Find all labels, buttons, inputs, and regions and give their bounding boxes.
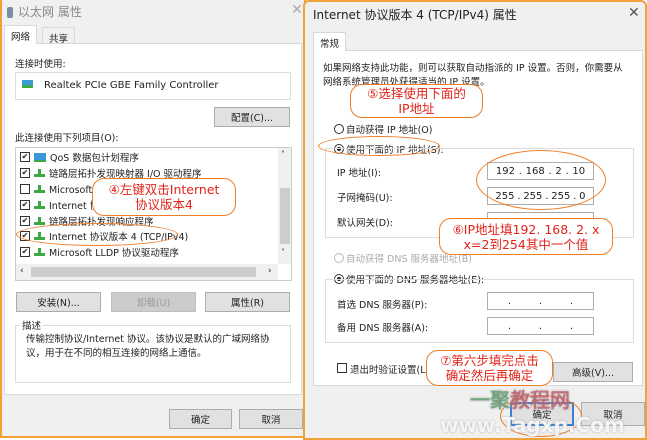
highlight-ip-fields (476, 150, 606, 210)
connect-using-label: 连接时使用: (15, 59, 66, 70)
qos-icon (34, 152, 46, 162)
auto-ip-radio[interactable] (334, 124, 344, 134)
checkbox[interactable]: ✔ (20, 247, 30, 257)
close-icon[interactable]: ✕ (628, 5, 640, 21)
uninstall-button: 卸载(U) (111, 292, 196, 312)
annotation-line: ⑤选择使用下面的 (367, 86, 466, 101)
annotation-line: 协议版本4 (135, 197, 193, 212)
scroll-thumb[interactable] (280, 188, 290, 244)
validate-label[interactable]: 退出时验证设置(L) (350, 362, 429, 376)
validate-checkbox[interactable] (337, 363, 347, 373)
install-button[interactable]: 安装(N)... (16, 292, 101, 312)
tab-network[interactable]: 网络 (4, 25, 38, 44)
annotation-step5: ⑤选择使用下面的 IP地址 (350, 84, 483, 118)
annotation-step4: ④左键双击Internet 协议版本4 (92, 178, 236, 216)
description-label: 描述 (20, 318, 44, 332)
close-icon[interactable]: ✕ (291, 2, 303, 18)
auto-dns-radio (334, 253, 344, 263)
annotation-line: 确定然后再确定 (445, 368, 534, 383)
scroll-thumb-h[interactable] (31, 267, 256, 277)
annotation-line: IP地址 (398, 101, 435, 116)
cancel-button[interactable]: 取消 (239, 409, 303, 429)
annotation-line: ⑦第六步填完点击 (440, 353, 539, 368)
highlight-manual-ip (318, 136, 440, 156)
preferred-dns-label: 首选 DNS 服务器(P): (337, 300, 428, 311)
tab-general[interactable]: 常规 (313, 32, 347, 51)
checkbox[interactable]: ✔ (20, 168, 30, 178)
item-label: Microsoft LLDP 协议驱动程序 (49, 248, 179, 259)
annotation-line: x=2到254其中一个值 (463, 236, 589, 252)
annotation-line: ④左键双击Internet (108, 182, 220, 197)
protocol-icon (34, 185, 45, 193)
advanced-button[interactable]: 高级(V)... (553, 362, 633, 382)
list-item[interactable]: ✔ QoS 数据包计划程序 (20, 149, 139, 165)
adapter-box: Realtek PCIe GBE Family Controller (15, 72, 291, 100)
dialog-title: 以太网 属性 (18, 5, 82, 19)
protocol-icon (34, 217, 45, 225)
checkbox[interactable] (20, 184, 30, 194)
description-text: 传输控制协议/Internet 协议。该协议是默认的广域网络协议，用于在不同的相… (26, 334, 270, 359)
adapter-icon (22, 80, 33, 88)
scroll-up-icon[interactable]: ˄ (281, 150, 285, 159)
adapter-name: Realtek PCIe GBE Family Controller (44, 80, 219, 91)
checkbox[interactable]: ✔ (20, 152, 30, 162)
auto-ip-label[interactable]: 自动获得 IP 地址(O) (346, 122, 432, 136)
gateway-label: 默认网关(D): (337, 218, 393, 229)
scroll-left-icon[interactable]: ‹ (20, 266, 24, 276)
alternate-dns-label: 备用 DNS 服务器(A): (337, 323, 429, 334)
ok-button[interactable]: 确定 (169, 409, 232, 429)
network-icon (7, 7, 13, 18)
items-label: 此连接使用下列项目(O): (15, 133, 119, 144)
tab-sharing[interactable]: 共享 (42, 27, 76, 45)
annotation-step6: ⑥IP地址填192. 168. 2. x x=2到254其中一个值 (439, 218, 613, 255)
vertical-scrollbar[interactable]: ˄ ˅ (278, 148, 291, 264)
ethernet-properties-dialog: 以太网 属性 ✕ 网络 共享 连接时使用: Realtek PCIe GBE F… (0, 0, 306, 438)
alternate-dns-input[interactable]: ... (487, 317, 594, 335)
preferred-dns-input[interactable]: ... (487, 292, 594, 310)
scroll-right-icon[interactable]: › (268, 266, 272, 276)
protocol-icon (34, 248, 45, 256)
horizontal-scrollbar[interactable]: ‹ › (16, 264, 278, 280)
protocol-icon (34, 201, 45, 209)
checkbox[interactable]: ✔ (20, 216, 30, 226)
item-label: QoS 数据包计划程序 (50, 153, 139, 164)
dialog-title: Internet 协议版本 4 (TCP/IPv4) 属性 (313, 8, 517, 22)
protocol-icon (34, 169, 45, 177)
highlight-ipv4-item (16, 223, 178, 246)
properties-button[interactable]: 属性(R) (205, 292, 290, 312)
scroll-down-icon[interactable]: ˅ (281, 248, 285, 257)
watermark-logo: 一聚教程网 www.Tagxp.Com (440, 388, 625, 437)
annotation-step7: ⑦第六步填完点击 确定然后再确定 (426, 350, 553, 386)
ip-label: IP 地址(I): (337, 168, 381, 179)
annotation-line: ⑥IP地址填192. 168. 2. x (452, 221, 600, 237)
subnet-label: 子网掩码(U): (337, 193, 393, 204)
checkbox[interactable]: ✔ (20, 200, 30, 210)
list-item[interactable]: ✔ Microsoft LLDP 协议驱动程序 (20, 244, 179, 260)
configure-button[interactable]: 配置(C)... (214, 107, 290, 127)
